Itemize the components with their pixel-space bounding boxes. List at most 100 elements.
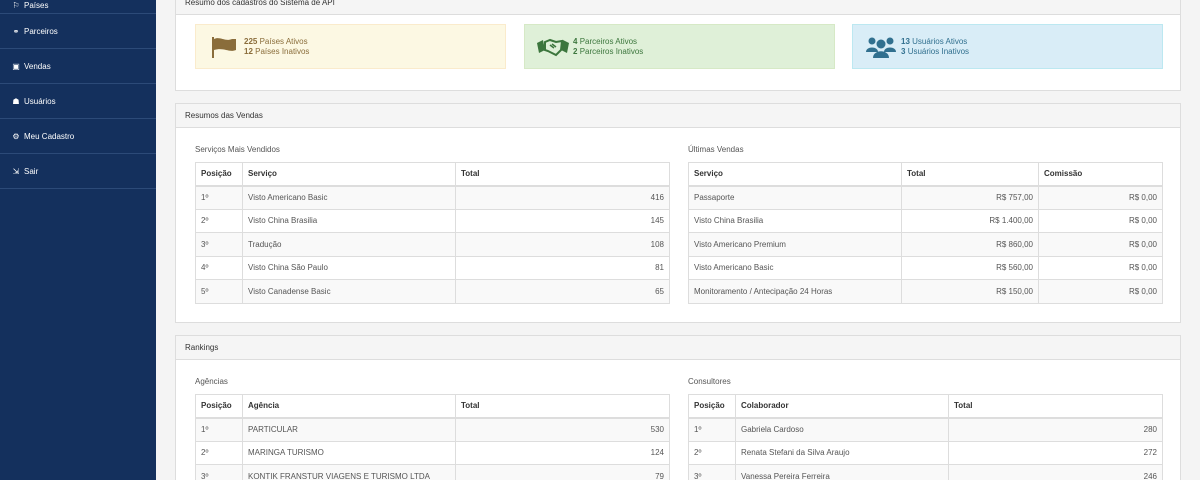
table-row: 5º Visto Canadense Basic 65	[195, 279, 670, 304]
partners-inactive-label: Parceiros Inativos	[579, 46, 644, 56]
users-icon	[864, 35, 898, 59]
main-content: Resumo dos cadastros do Sistema de API 2…	[175, 0, 1181, 480]
handshake-icon: ⚭	[12, 26, 20, 36]
sidebar-item-paises[interactable]: ⚐ Países	[0, 0, 156, 14]
column-header: Agência	[242, 394, 456, 419]
table-row: 3º KONTIK FRANSTUR VIAGENS E TURISMO LTDA…	[195, 464, 670, 480]
sidebar-item-label: Países	[24, 1, 49, 10]
column-header: Comissão	[1038, 162, 1163, 187]
cell: R$ 560,00	[901, 255, 1039, 280]
cell: 124	[455, 440, 670, 465]
table-row: 3º Tradução 108	[195, 232, 670, 257]
latest-sales-table: Serviço Total Comissão Passaporte R$ 757,…	[688, 162, 1163, 304]
rankings-panel: Rankings Agências Posição Agência Total …	[175, 335, 1181, 480]
cogs-icon: ⚙	[12, 131, 20, 141]
cell: R$ 1.400,00	[901, 208, 1039, 233]
cell: 246	[948, 464, 1163, 480]
column-header: Posição	[688, 394, 736, 419]
agencies-caption: Agências	[195, 377, 228, 386]
cell: 65	[455, 279, 670, 304]
table-row: 3º Vanessa Pereira Ferreira 246	[688, 464, 1163, 480]
sidebar-item-label: Sair	[24, 166, 39, 176]
table-row: Monitoramento / Antecipação 24 Horas R$ 1…	[688, 279, 1163, 304]
cell: Monitoramento / Antecipação 24 Horas	[688, 279, 902, 304]
cell: R$ 0,00	[1038, 279, 1163, 304]
partners-inactive-count: 2	[573, 46, 578, 56]
sidebar-item-parceiros[interactable]: ⚭ Parceiros	[0, 14, 156, 49]
column-header: Posição	[195, 162, 243, 187]
cell: 2º	[195, 208, 243, 233]
cell: Vanessa Pereira Ferreira	[735, 464, 949, 480]
users-inactive-count: 3	[901, 46, 906, 56]
cell: 2º	[195, 440, 243, 465]
column-header: Serviço	[242, 162, 456, 187]
cell: R$ 0,00	[1038, 208, 1163, 233]
cell: 145	[455, 208, 670, 233]
cell: Visto China Brasilia	[688, 208, 902, 233]
table-row: 4º Visto China São Paulo 81	[195, 255, 670, 280]
sidebar-item-meu-cadastro[interactable]: ⚙ Meu Cadastro	[0, 119, 156, 154]
partners-active-count: 4	[573, 36, 578, 46]
cell: 2º	[688, 440, 736, 465]
cell: 4º	[195, 255, 243, 280]
cell: 280	[948, 417, 1163, 442]
handshake-icon	[536, 36, 570, 58]
top-services-table: Posição Serviço Total 1º Visto Americano …	[195, 162, 670, 304]
cell: 530	[455, 417, 670, 442]
cell: 3º	[195, 464, 243, 480]
table-row: 2º Renata Stefani da Silva Araujo 272	[688, 440, 1163, 465]
table-row: 1º Visto Americano Basic 416	[195, 185, 670, 210]
cell: Visto China São Paulo	[242, 255, 456, 280]
cell: R$ 0,00	[1038, 232, 1163, 257]
table-row: Visto Americano Premium R$ 860,00 R$ 0,00	[688, 232, 1163, 257]
panel-heading: Resumo dos cadastros do Sistema de API	[176, 0, 1180, 15]
cell: 108	[455, 232, 670, 257]
sidebar-item-label: Usuários	[24, 96, 56, 106]
cell: 1º	[195, 417, 243, 442]
sidebar-item-vendas[interactable]: ▣ Vendas	[0, 49, 156, 84]
partners-stat-box: 4 Parceiros Ativos 2 Parceiros Inativos	[524, 24, 835, 69]
users-icon: ☗	[12, 96, 20, 106]
cell: Visto Americano Basic	[688, 255, 902, 280]
consultants-table: Posição Colaborador Total 1º Gabriela Car…	[688, 394, 1163, 480]
cell: 3º	[195, 232, 243, 257]
sidebar-item-usuarios[interactable]: ☗ Usuários	[0, 84, 156, 119]
panel-heading: Rankings	[176, 336, 1180, 360]
countries-active-count: 225	[244, 36, 258, 46]
sidebar-item-label: Vendas	[24, 61, 51, 71]
consultants-caption: Consultores	[688, 377, 731, 386]
agencies-table: Posição Agência Total 1º PARTICULAR 530 2º…	[195, 394, 670, 480]
table-row: Visto China Brasilia R$ 1.400,00 R$ 0,00	[688, 208, 1163, 233]
cell: Passaporte	[688, 185, 902, 210]
cell: Visto Americano Basic	[242, 185, 456, 210]
sidebar-item-label: Parceiros	[24, 26, 58, 36]
sidebar-item-label: Meu Cadastro	[24, 131, 75, 141]
cell: Visto Canadense Basic	[242, 279, 456, 304]
countries-inactive-label: Países Inativos	[255, 46, 310, 56]
sales-panel: Resumos das Vendas Serviços Mais Vendido…	[175, 103, 1181, 323]
top-services-caption: Serviços Mais Vendidos	[195, 145, 280, 154]
cell: 81	[455, 255, 670, 280]
cell: 5º	[195, 279, 243, 304]
cell: MARINGA TURISMO	[242, 440, 456, 465]
cell: R$ 150,00	[901, 279, 1039, 304]
table-row: Passaporte R$ 757,00 R$ 0,00	[688, 185, 1163, 210]
cell: 79	[455, 464, 670, 480]
sidebar-item-sair[interactable]: ⇲ Sair	[0, 154, 156, 189]
flag-icon: ⚐	[12, 1, 20, 10]
cell: Gabriela Cardoso	[735, 417, 949, 442]
users-inactive-label: Usuários Inativos	[907, 46, 970, 56]
cell: 272	[948, 440, 1163, 465]
column-header: Serviço	[688, 162, 902, 187]
column-header: Total	[455, 162, 670, 187]
cell: 416	[455, 185, 670, 210]
cell: R$ 0,00	[1038, 255, 1163, 280]
countries-active-label: Países Ativos	[259, 36, 308, 46]
cell: Tradução	[242, 232, 456, 257]
cell: PARTICULAR	[242, 417, 456, 442]
users-stat-box: 13 Usuários Ativos 3 Usuários Inativos	[852, 24, 1163, 69]
partners-active-label: Parceiros Ativos	[579, 36, 638, 46]
cell: 1º	[688, 417, 736, 442]
table-row: 1º Gabriela Cardoso 280	[688, 417, 1163, 442]
sidebar: ⚐ Países ⚭ Parceiros ▣ Vendas ☗ Usuários…	[0, 0, 156, 480]
